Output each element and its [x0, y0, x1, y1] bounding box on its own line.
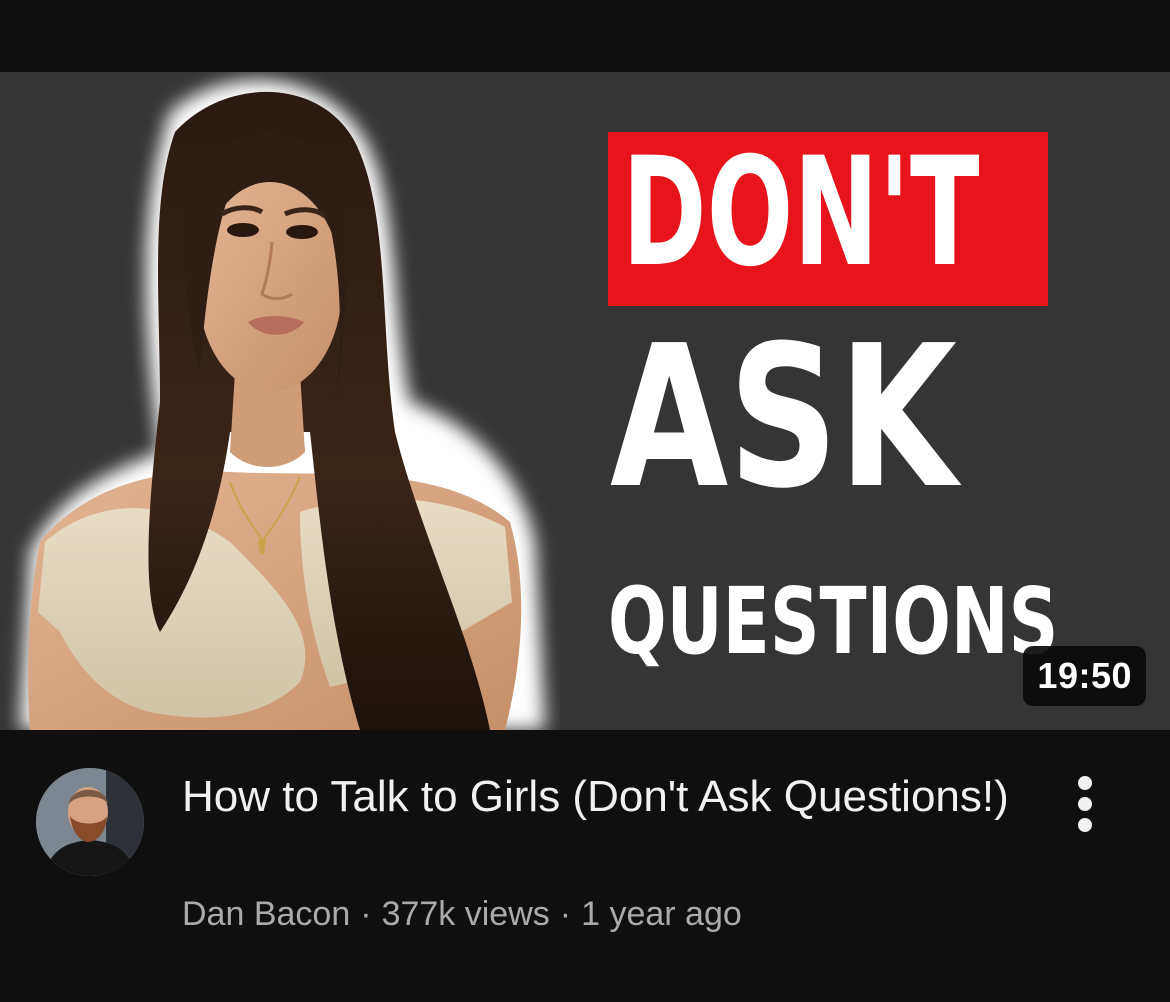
- view-count: 377k views: [381, 895, 550, 933]
- channel-name[interactable]: Dan Bacon: [182, 895, 350, 933]
- video-title[interactable]: How to Talk to Girls (Don't Ask Question…: [182, 766, 1022, 828]
- status-bar-area: [0, 0, 1170, 72]
- headline-line-2: ASK: [610, 304, 957, 532]
- kebab-dot: [1078, 776, 1092, 790]
- more-vert-icon[interactable]: [1062, 774, 1108, 834]
- video-subline: Dan Bacon · 377k views · 1 year ago: [182, 894, 742, 934]
- separator: ·: [559, 895, 572, 933]
- video-thumbnail[interactable]: DON'T ASK QUESTIONS 19:50: [0, 72, 1170, 730]
- separator: ·: [360, 895, 372, 933]
- kebab-dot: [1078, 797, 1092, 811]
- thumbnail-person-image: [20, 79, 545, 730]
- upload-age: 1 year ago: [581, 895, 742, 933]
- headline-line-3: QUESTIONS: [608, 568, 1059, 675]
- kebab-dot: [1078, 818, 1092, 832]
- video-meta: How to Talk to Girls (Don't Ask Question…: [0, 730, 1170, 1002]
- channel-avatar[interactable]: [36, 768, 144, 876]
- headline-line-1: DON'T: [622, 126, 980, 300]
- avatar-icon: [36, 768, 144, 876]
- duration-badge: 19:50: [1023, 646, 1146, 706]
